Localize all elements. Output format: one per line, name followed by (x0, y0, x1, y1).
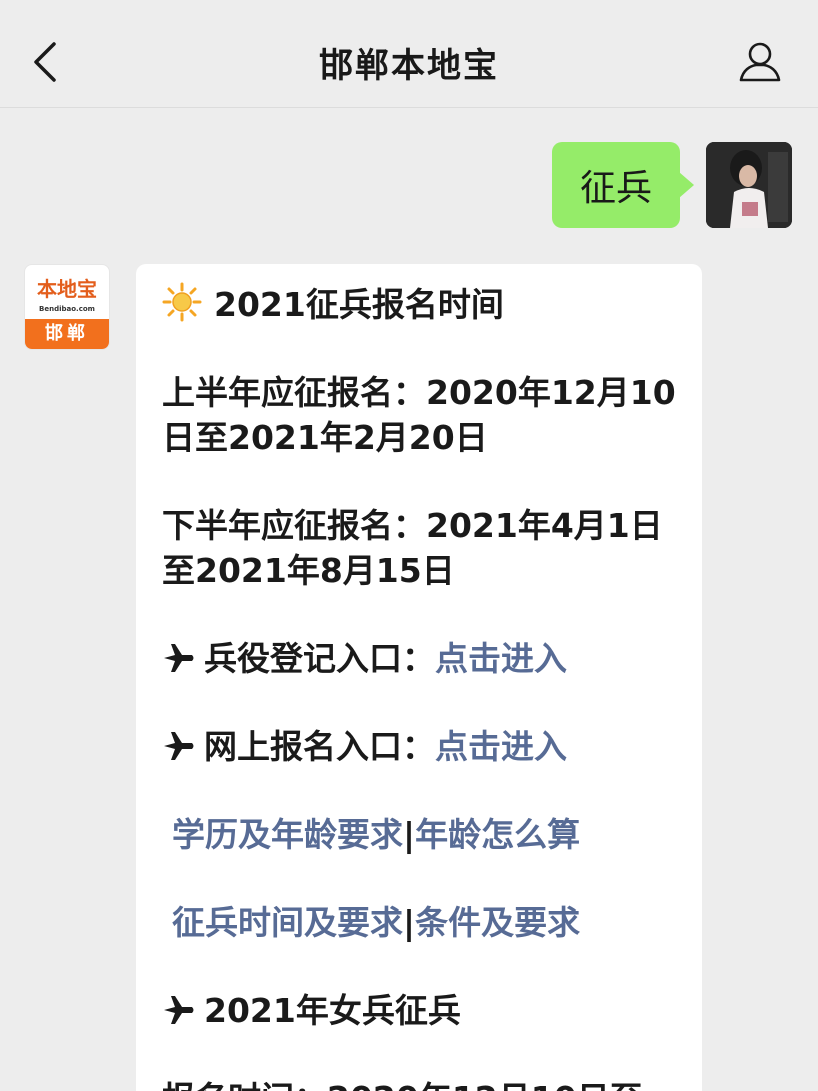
education-age-link[interactable]: 学历及年龄要求 (172, 815, 403, 854)
person-icon (739, 42, 781, 82)
first-half-text: 上半年应征报名：2020年12月10日至2021年2月20日 (162, 373, 676, 457)
recruit-time-link[interactable]: 征兵时间及要求 (172, 903, 403, 942)
outgoing-message: 征兵 (551, 142, 792, 228)
female-time-text: 报名时间：2020年12月10日至 (162, 1076, 682, 1091)
conditions-link[interactable]: 条件及要求 (415, 903, 580, 942)
links-row-2: 征兵时间及要求|条件及要求 (162, 900, 682, 945)
online-signup-link[interactable]: 点击进入 (435, 727, 567, 766)
airplane-icon (164, 996, 194, 1024)
airplane-icon (164, 732, 194, 760)
second-half-text: 下半年应征报名：2021年4月1日至2021年8月15日 (162, 506, 663, 590)
incoming-message: 本地宝 Bendibao.com 邯郸 2021征兵报名时间 上半年应征报名：2… (24, 264, 702, 1091)
links-row-1: 学历及年龄要求|年龄怎么算 (162, 812, 682, 857)
user-avatar-image (706, 142, 792, 228)
airplane-icon (164, 644, 194, 672)
female-recruit-heading: 2021年女兵征兵 (204, 991, 461, 1030)
brand-city-text: 邯郸 (25, 319, 109, 349)
incoming-bubble: 2021征兵报名时间 上半年应征报名：2020年12月10日至2021年2月20… (136, 264, 702, 1091)
female-recruit-line: 2021年女兵征兵 (162, 988, 682, 1033)
online-signup-line: 网上报名入口：点击进入 (162, 724, 682, 769)
online-signup-label: 网上报名入口： (204, 727, 435, 766)
top-navbar: 邯郸本地宝 (0, 0, 818, 108)
heading-line: 2021征兵报名时间 (162, 282, 682, 327)
heading-text: 2021征兵报名时间 (214, 285, 504, 324)
profile-button[interactable] (736, 38, 784, 86)
military-registration-link[interactable]: 点击进入 (435, 639, 567, 678)
sun-icon (162, 282, 202, 322)
user-avatar[interactable] (706, 142, 792, 228)
military-registration-label: 兵役登记入口： (204, 639, 435, 678)
age-calculation-link[interactable]: 年龄怎么算 (415, 815, 580, 854)
link-separator: | (403, 903, 416, 942)
link-separator: | (403, 815, 416, 854)
chat-title: 邯郸本地宝 (319, 46, 499, 86)
brand-url-text: Bendibao.com (39, 305, 95, 313)
official-account-avatar[interactable]: 本地宝 Bendibao.com 邯郸 (24, 264, 110, 350)
military-registration-line: 兵役登记入口：点击进入 (162, 636, 682, 681)
outgoing-bubble[interactable]: 征兵 (551, 142, 695, 228)
brand-logo-text: 本地宝 (37, 277, 97, 301)
